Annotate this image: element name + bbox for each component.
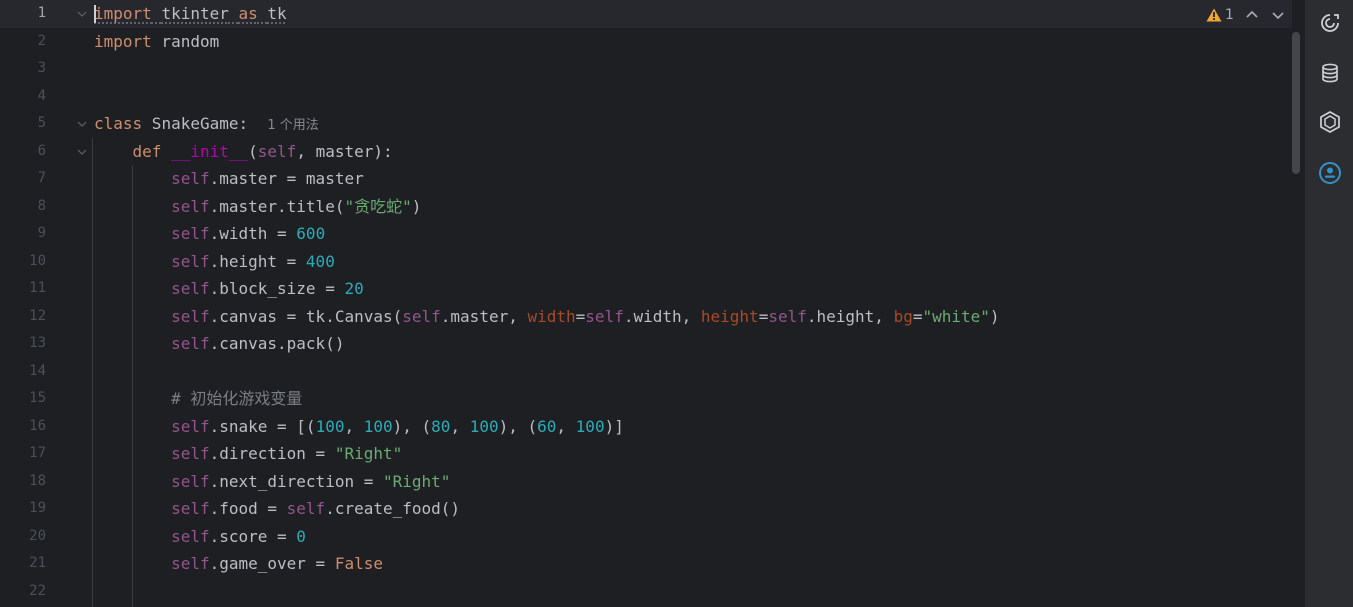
code-line[interactable]: 19 self.food = self.create_food() bbox=[0, 495, 1292, 523]
code-line[interactable]: 5 class SnakeGame: 1 个用法 bbox=[0, 110, 1292, 138]
right-tool-strip bbox=[1304, 0, 1353, 607]
line-number: 4 bbox=[37, 87, 46, 104]
code-line[interactable]: 14 bbox=[0, 358, 1292, 386]
code-line[interactable]: 2 import random bbox=[0, 28, 1292, 56]
fold-chevron-icon[interactable] bbox=[76, 8, 88, 20]
line-number: 22 bbox=[29, 582, 46, 599]
line-number: 9 bbox=[37, 225, 46, 241]
code-line[interactable]: 4 bbox=[0, 83, 1292, 111]
hexagon-plugin-icon bbox=[1320, 111, 1340, 133]
vertical-scrollbar[interactable] bbox=[1292, 32, 1300, 174]
code-text: import random bbox=[94, 31, 220, 51]
fold-chevron-icon[interactable] bbox=[76, 118, 88, 130]
line-number: 19 bbox=[29, 500, 46, 516]
fold-chevron-icon[interactable] bbox=[76, 146, 88, 158]
code-line[interactable]: 10 self.height = 400 bbox=[0, 248, 1292, 276]
code-text: self.width = 600 bbox=[171, 224, 326, 243]
code-line[interactable]: 22 bbox=[0, 578, 1292, 606]
line-number: 8 bbox=[37, 197, 46, 214]
usage-hint[interactable]: 1 个用法 bbox=[267, 118, 318, 133]
code-text: self.next_direction = "Right" bbox=[171, 471, 451, 491]
code-text: self.food = self.create_food() bbox=[171, 499, 461, 518]
code-line[interactable]: 13 self.canvas.pack() bbox=[0, 330, 1292, 358]
code-text: self.canvas = tk.Canvas(self.master, wid… bbox=[171, 306, 1000, 326]
line-number: 11 bbox=[29, 280, 46, 296]
database-button[interactable] bbox=[1317, 60, 1343, 86]
line-number: 16 bbox=[29, 417, 46, 434]
code-line[interactable]: 15 # 初始化游戏变量 bbox=[0, 385, 1292, 413]
line-number: 14 bbox=[29, 362, 46, 379]
account-button[interactable] bbox=[1317, 160, 1343, 186]
line-number: 7 bbox=[37, 170, 46, 186]
code-text: self.direction = "Right" bbox=[171, 444, 403, 463]
code-text: self.canvas.pack() bbox=[171, 334, 345, 353]
code-text: # 初始化游戏变量 bbox=[171, 389, 303, 408]
code-editor[interactable]: 1 1 import tkinter as tk 2 import random… bbox=[0, 0, 1304, 607]
line-number: 12 bbox=[29, 307, 46, 324]
line-number: 13 bbox=[29, 335, 46, 351]
line-number: 15 bbox=[29, 390, 46, 406]
code-text: self.block_size = 20 bbox=[171, 279, 364, 298]
account-icon bbox=[1319, 162, 1341, 184]
line-number: 21 bbox=[29, 555, 46, 571]
line-number: 2 bbox=[37, 32, 46, 49]
code-text: self.master = master bbox=[171, 169, 364, 188]
code-line[interactable]: 21 self.game_over = False bbox=[0, 550, 1292, 578]
line-number: 17 bbox=[29, 445, 46, 461]
text-caret bbox=[94, 5, 96, 23]
code-text: class SnakeGame: 1 个用法 bbox=[94, 114, 319, 133]
database-icon bbox=[1322, 63, 1338, 83]
code-line[interactable]: 12 self.canvas = tk.Canvas(self.master, … bbox=[0, 303, 1292, 331]
code-line[interactable]: 16 self.snake = [(100, 100), (80, 100), … bbox=[0, 413, 1292, 441]
plugin-button[interactable] bbox=[1317, 109, 1343, 135]
line-number: 18 bbox=[29, 472, 46, 489]
code-text: self.score = 0 bbox=[171, 526, 306, 546]
code-text: self.snake = [(100, 100), (80, 100), (60… bbox=[171, 416, 624, 436]
line-number: 20 bbox=[29, 527, 46, 544]
code-text: import tkinter as tk bbox=[94, 4, 287, 23]
ai-assistant-button[interactable] bbox=[1317, 10, 1343, 36]
code-text: self.master.title("贪吃蛇") bbox=[171, 196, 422, 216]
code-text: def __init__(self, master): bbox=[132, 141, 393, 161]
code-line[interactable]: 11 self.block_size = 20 bbox=[0, 275, 1292, 303]
code-line[interactable]: 8 self.master.title("贪吃蛇") bbox=[0, 193, 1292, 221]
code-line[interactable]: 3 bbox=[0, 55, 1292, 83]
line-number: 10 bbox=[29, 252, 46, 269]
code-line[interactable]: 6 def __init__(self, master): bbox=[0, 138, 1292, 166]
line-number: 5 bbox=[37, 115, 46, 131]
code-line[interactable]: 18 self.next_direction = "Right" bbox=[0, 468, 1292, 496]
line-number: 6 bbox=[37, 142, 46, 159]
line-number: 3 bbox=[37, 60, 46, 76]
line-number: 1 bbox=[37, 5, 46, 21]
code-text: self.game_over = False bbox=[171, 554, 383, 573]
code-line[interactable]: 20 self.score = 0 bbox=[0, 523, 1292, 551]
code-line[interactable]: 9 self.width = 600 bbox=[0, 220, 1292, 248]
code-line[interactable]: 7 self.master = master bbox=[0, 165, 1292, 193]
code-line[interactable]: 17 self.direction = "Right" bbox=[0, 440, 1292, 468]
code-text: self.height = 400 bbox=[171, 251, 335, 271]
code-line[interactable]: 1 import tkinter as tk bbox=[0, 0, 1292, 28]
ai-assistant-icon bbox=[1321, 14, 1339, 32]
